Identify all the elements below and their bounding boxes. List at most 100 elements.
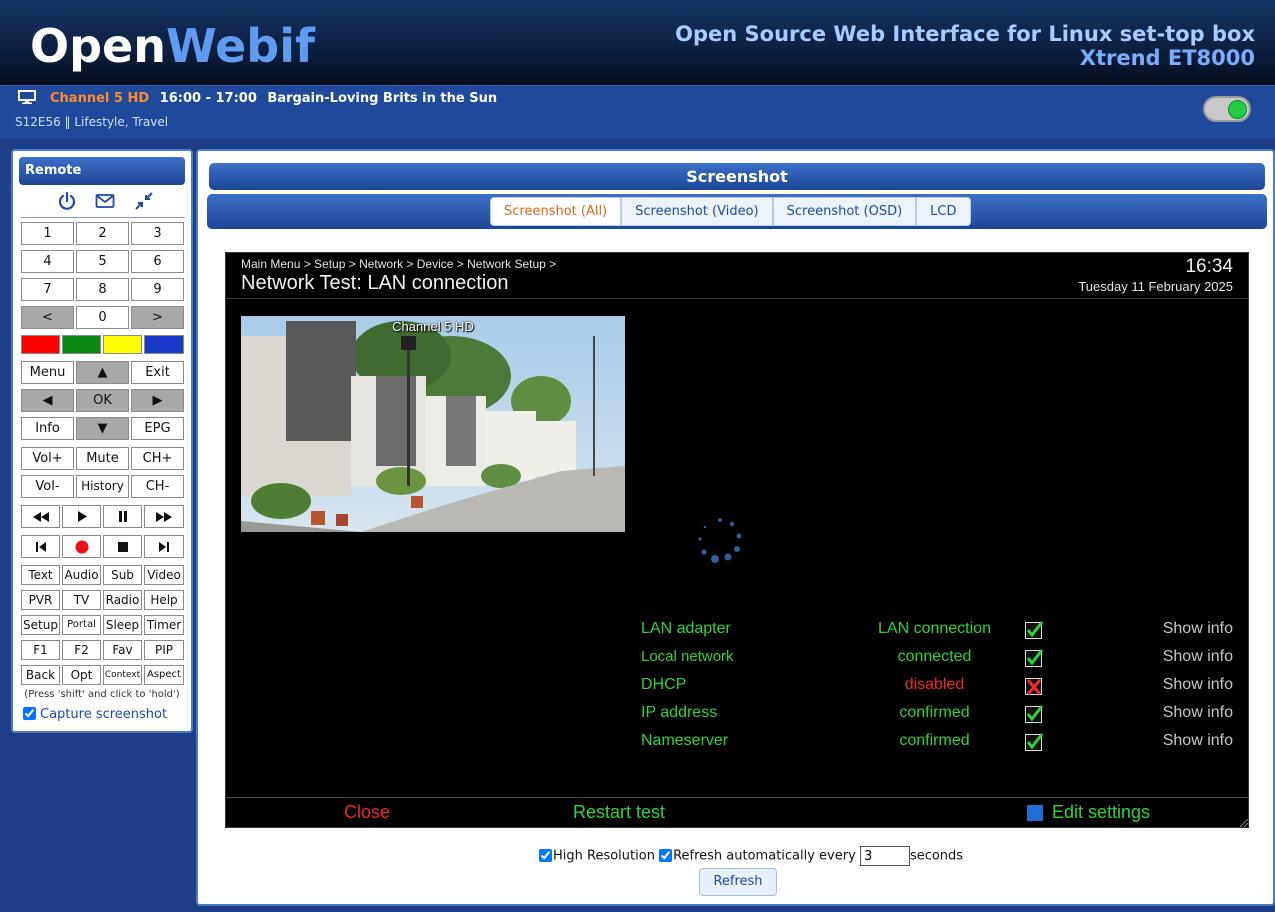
auto-refresh-checkbox[interactable] [659,848,673,862]
key-4[interactable]: 4 [21,250,74,273]
event-title[interactable]: Bargain-Loving Brits in the Sun [267,91,497,106]
tab-screenshot-video[interactable]: Screenshot (Video) [621,197,773,226]
header-tagline: Open Source Web Interface for Linux set-… [675,22,1255,70]
test-row-ip-address: IP address confirmed Show info [226,704,1248,728]
osd-close-button[interactable]: Close [344,802,390,823]
key-info[interactable]: Info [21,417,74,440]
key-down[interactable]: ▼ [76,417,129,440]
openwebif-logo[interactable]: OpenWebif [30,18,315,74]
tab-screenshot-all[interactable]: Screenshot (All) [490,197,622,226]
key-timer[interactable]: Timer [144,615,184,635]
key-pip[interactable]: PIP [144,640,184,660]
key-next[interactable]: > [131,306,184,329]
key-up[interactable]: ▲ [76,361,129,384]
key-portal[interactable]: Portal [62,615,101,635]
capture-screenshot-option[interactable]: Capture screenshot [23,707,167,722]
refresh-button[interactable]: Refresh [699,868,777,896]
key-history[interactable]: History [76,475,129,498]
key-previous[interactable]: < [21,306,74,329]
resize-grip-icon[interactable] [1240,819,1248,827]
key-tv[interactable]: TV [62,590,101,610]
osd-edit-settings-button[interactable]: Edit settings [1052,802,1150,823]
key-right[interactable]: ▶ [131,389,184,412]
key-channel-down[interactable]: CH- [131,475,184,498]
show-info-link[interactable]: Show info [1163,732,1233,750]
collapse-icon[interactable] [134,191,154,211]
key-9[interactable]: 9 [131,278,184,301]
key-volume-up[interactable]: Vol+ [21,447,74,470]
key-channel-up[interactable]: CH+ [131,447,184,470]
key-pvr[interactable]: PVR [21,590,60,610]
screenshot-tabs: Screenshot (All) Screenshot (Video) Scre… [490,197,971,226]
refresh-interval-input[interactable] [859,846,910,866]
key-play[interactable] [62,505,101,528]
show-info-link[interactable]: Show info [1163,648,1233,666]
key-yellow[interactable] [103,335,142,354]
key-8[interactable]: 8 [76,278,129,301]
osd-restart-test-button[interactable]: Restart test [573,802,665,823]
key-mute[interactable]: Mute [76,447,129,470]
tv-screenshot[interactable]: Main Menu > Setup > Network > Device > N… [225,252,1249,828]
theme-toggle[interactable] [1203,96,1251,122]
key-video[interactable]: Video [144,565,184,585]
remote-divider [21,217,185,218]
key-subtitle[interactable]: Sub [103,565,142,585]
key-pause[interactable] [103,505,142,528]
key-green[interactable] [62,335,101,354]
key-left[interactable]: ◀ [21,389,74,412]
now-playing-info: Channel 5 HD 16:00 - 17:00 Bargain-Lovin… [50,91,497,106]
key-7[interactable]: 7 [21,278,74,301]
auto-refresh-label: Refresh automatically every [673,848,856,864]
key-f1[interactable]: F1 [21,640,60,660]
key-skip-back[interactable] [21,535,60,558]
key-5[interactable]: 5 [76,250,129,273]
envelope-icon[interactable] [95,191,115,211]
key-option[interactable]: Opt [62,665,101,685]
osd-button-bar: Close Restart test Edit settings [226,797,1248,827]
key-blue[interactable] [144,335,184,354]
high-resolution-label: High Resolution [553,848,655,864]
key-skip-forward[interactable] [144,535,184,558]
tv-icon [18,90,36,104]
key-text[interactable]: Text [21,565,60,585]
show-info-link[interactable]: Show info [1163,676,1233,694]
test-name: Local network [641,648,734,665]
show-info-link[interactable]: Show info [1163,620,1233,638]
key-radio[interactable]: Radio [103,590,142,610]
key-3[interactable]: 3 [131,222,184,245]
key-back[interactable]: Back [21,665,60,685]
key-red[interactable] [21,335,60,354]
key-audio[interactable]: Audio [62,565,101,585]
key-ok[interactable]: OK [76,389,129,412]
key-fast-forward[interactable] [144,505,184,528]
high-resolution-checkbox[interactable] [539,848,552,862]
key-rewind[interactable] [21,505,60,528]
event-details: S12E56 ‖ Lifestyle, Travel [15,115,169,129]
test-status: connected [897,648,972,665]
capture-screenshot-checkbox[interactable] [23,707,36,720]
key-menu[interactable]: Menu [21,361,74,384]
key-6[interactable]: 6 [131,250,184,273]
key-setup[interactable]: Setup [21,615,60,635]
key-stop[interactable] [103,535,142,558]
key-0[interactable]: 0 [76,306,129,329]
key-sleep[interactable]: Sleep [103,615,142,635]
key-context[interactable]: Context [103,665,142,685]
key-1[interactable]: 1 [21,222,74,245]
rewind-icon [32,511,49,522]
key-record[interactable] [62,535,101,558]
key-epg[interactable]: EPG [131,417,184,440]
key-aspect[interactable]: Aspect [144,665,184,685]
page-title: Screenshot [209,163,1265,190]
key-exit[interactable]: Exit [131,361,184,384]
power-icon[interactable] [57,191,77,211]
show-info-link[interactable]: Show info [1163,704,1233,722]
key-volume-down[interactable]: Vol- [21,475,74,498]
tab-screenshot-osd[interactable]: Screenshot (OSD) [772,197,917,226]
channel-name[interactable]: Channel 5 HD [50,91,149,106]
key-favorites[interactable]: Fav [103,640,142,660]
key-f2[interactable]: F2 [62,640,101,660]
tab-lcd[interactable]: LCD [916,197,971,226]
key-2[interactable]: 2 [76,222,129,245]
key-help[interactable]: Help [144,590,184,610]
